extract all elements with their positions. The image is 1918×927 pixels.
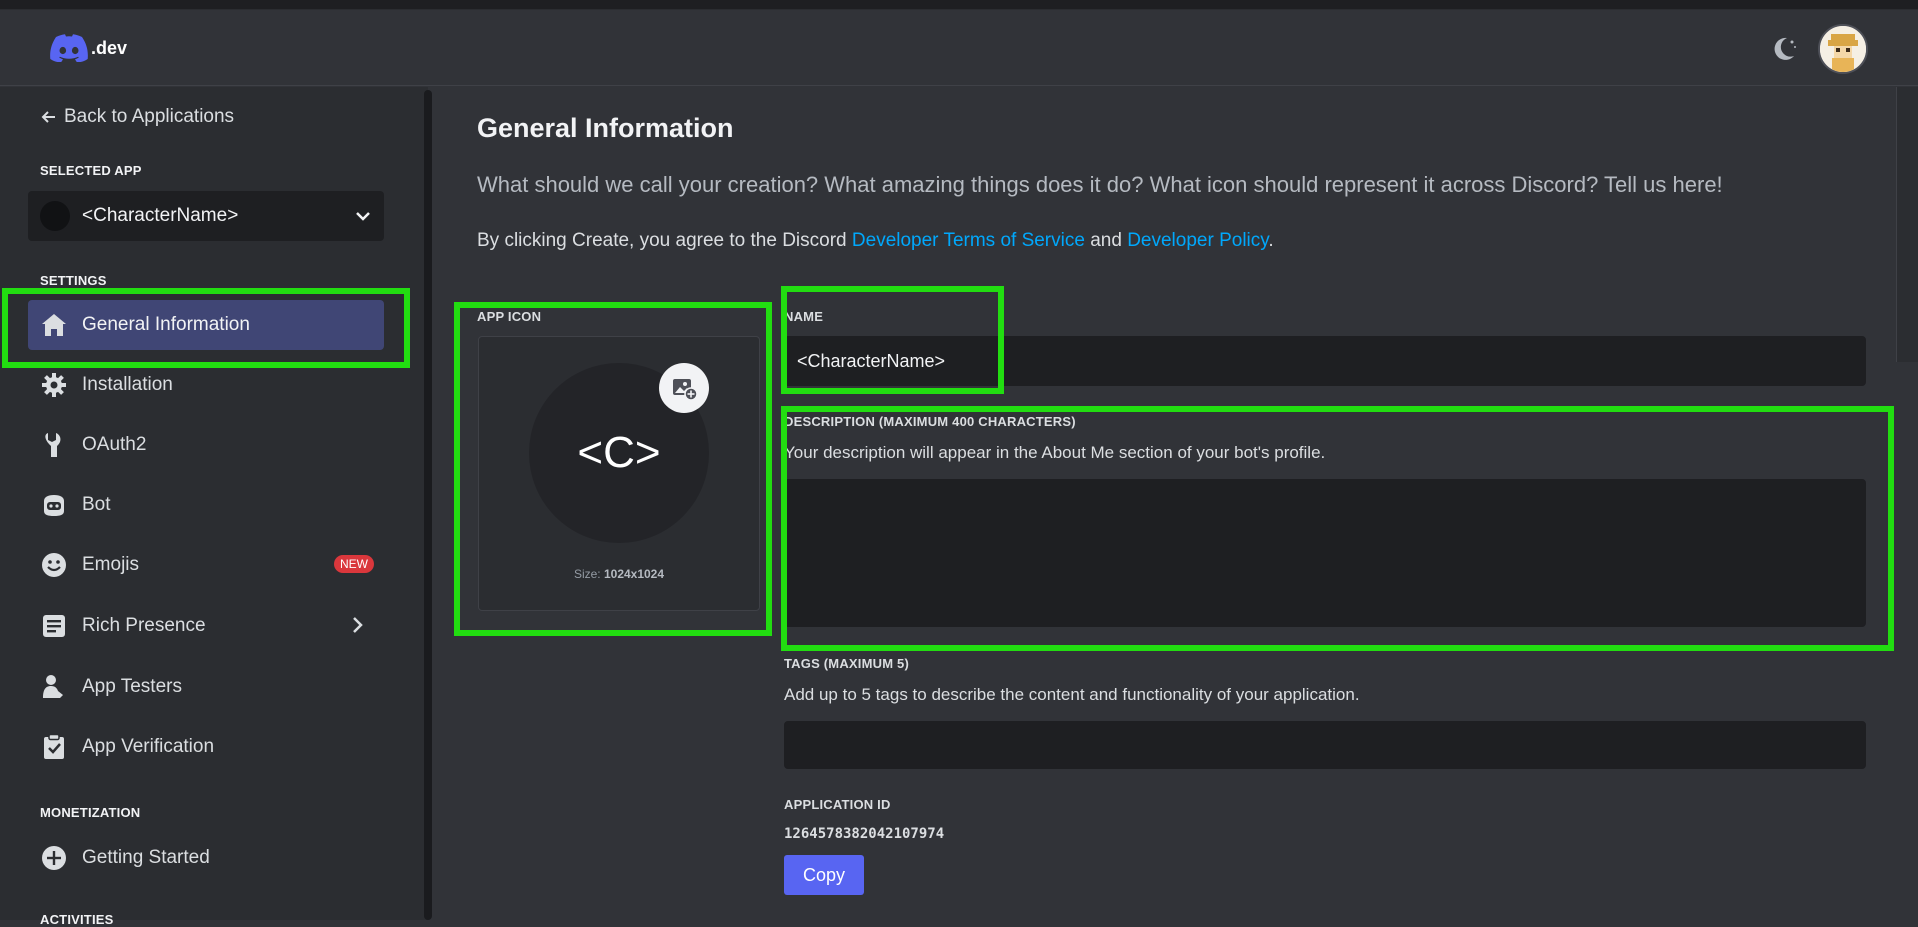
top-bar: .dev [0,10,1918,86]
chevron-right-icon [353,617,363,633]
sidebar-item-rich-presence[interactable]: Rich Presence [28,601,384,651]
settings-heading: SETTINGS [40,273,107,288]
sidebar-item-label: General Information [82,314,250,335]
selected-app-heading: SELECTED APP [40,163,142,178]
sidebar-item-label: App Verification [82,736,215,757]
name-input[interactable] [784,336,1866,386]
user-avatar-icon [1820,26,1866,72]
terms-suffix: . [1268,230,1274,251]
tags-help: Add up to 5 tags to describe the content… [784,685,1360,704]
person-icon [40,673,68,701]
app-selector-dropdown[interactable]: <CharacterName> [28,191,384,241]
app-icon-uploader[interactable]: <C> Size: 1024x1024 [478,336,760,611]
discord-logo-icon [50,34,88,62]
home-icon [40,311,68,339]
page-subtitle: What should we call your creation? What … [477,172,1723,197]
sidebar-item-label: Bot [82,494,111,515]
selected-app-name: <CharacterName> [82,205,239,226]
moon-icon[interactable] [1768,34,1798,64]
browser-strip [0,0,1918,10]
sidebar-scrollbar[interactable] [424,90,432,920]
sidebar-item-app-verification[interactable]: App Verification [28,722,384,772]
sidebar-item-installation[interactable]: Installation [28,360,384,410]
back-label: Back to Applications [64,106,235,127]
terms-prefix: By clicking Create, you agree to the Dis… [477,230,852,251]
icon-size-text: Size: 1024x1024 [479,567,759,581]
app-icon-label: APP ICON [477,309,542,324]
sidebar-item-label: OAuth2 [82,434,147,455]
monetization-heading: MONETIZATION [40,805,141,820]
icon-size-value: 1024x1024 [603,567,665,581]
avatar[interactable] [1818,24,1868,74]
sidebar-item-label: Rich Presence [82,615,206,636]
discord-dev-logo[interactable]: .dev [50,32,127,64]
application-id-value: 1264578382042107974 [784,826,945,842]
page-title: General Information [477,113,734,143]
clipboard-check-icon [40,733,68,761]
sidebar-item-emojis[interactable]: Emojis NEW [28,540,384,590]
sidebar-item-bot[interactable]: Bot [28,480,384,530]
terms-text: By clicking Create, you agree to the Dis… [477,230,1274,252]
sidebar-item-getting-started[interactable]: Getting Started [28,833,384,883]
sidebar-item-general-information[interactable]: General Information [28,300,384,350]
right-edge-panel [1896,87,1918,362]
sidebar-item-oauth2[interactable]: OAuth2 [28,420,384,470]
upload-image-button[interactable] [659,363,709,413]
bot-icon [40,491,68,519]
sidebar-item-app-testers[interactable]: App Testers [28,662,384,712]
new-badge: NEW [334,555,374,573]
app-icon-text: <C> [577,428,661,477]
back-to-applications-link[interactable]: Back to Applications [40,106,234,128]
application-id-label: APPLICATION ID [784,797,891,812]
developer-policy-link[interactable]: Developer Policy [1127,230,1268,251]
sidebar-item-label: Getting Started [82,847,210,868]
logo-text: .dev [91,37,128,58]
sidebar-item-label: Emojis [82,554,140,575]
app-avatar [40,201,70,231]
wrench-icon [40,431,68,459]
smile-icon [40,551,68,579]
description-label: DESCRIPTION (MAXIMUM 400 CHARACTERS) [784,414,1076,429]
tags-input[interactable] [784,721,1866,769]
tags-label: TAGS (MAXIMUM 5) [784,656,910,671]
arrow-left-icon [41,111,55,123]
icon-size-prefix: Size: [573,567,604,581]
chevron-down-icon [356,212,370,221]
document-icon [40,612,68,640]
description-help: Your description will appear in the Abou… [784,443,1326,462]
copy-button[interactable]: Copy [784,855,864,895]
terms-mid: and [1084,230,1128,251]
description-textarea[interactable] [784,479,1866,627]
sidebar-item-label: Installation [82,374,173,395]
sidebar-item-label: App Testers [82,676,182,697]
developer-terms-link[interactable]: Developer Terms of Service [852,230,1085,251]
image-add-icon [673,379,698,401]
gear-icon [40,371,68,399]
plus-circle-icon [40,844,68,872]
name-label: NAME [784,309,824,324]
